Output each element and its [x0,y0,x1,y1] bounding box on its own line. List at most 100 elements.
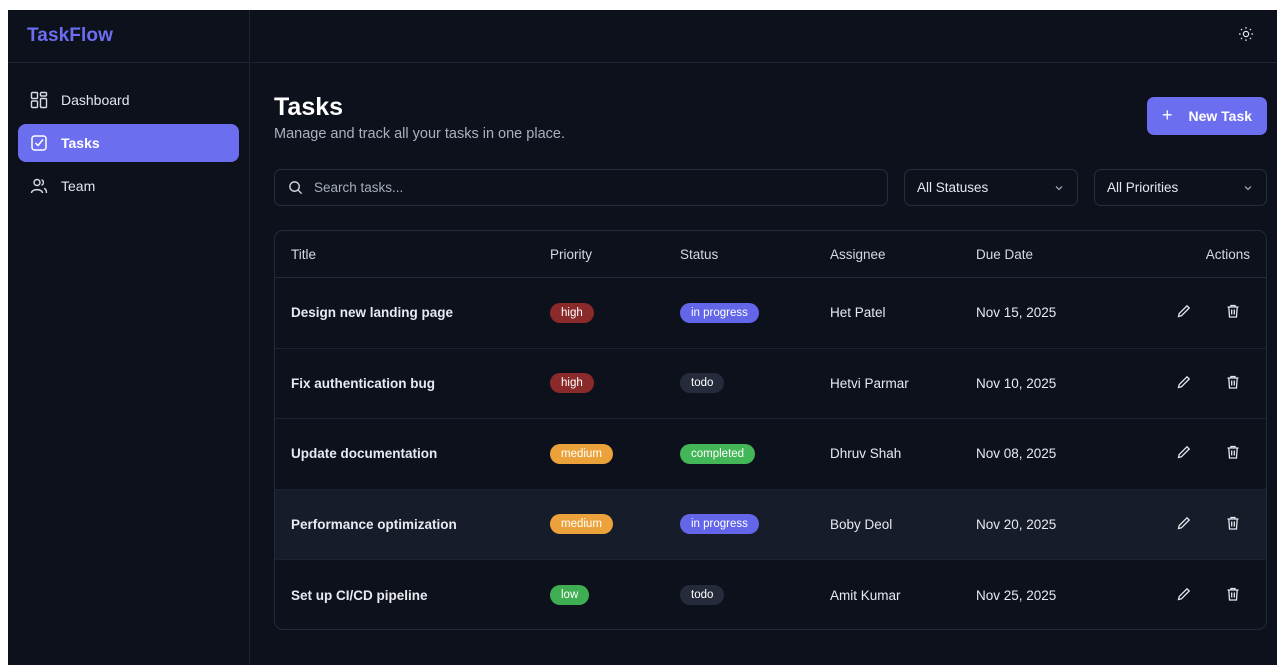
table-row[interactable]: Fix authentication bug high todo Hetvi P… [275,349,1266,419]
sidebar-item-dashboard[interactable]: Dashboard [18,81,239,119]
edit-button[interactable] [1175,445,1193,463]
row-actions [1175,304,1242,322]
edit-button[interactable] [1175,374,1193,392]
priority-badge-cell: high [550,302,594,323]
edit-button[interactable] [1175,304,1193,322]
task-title: Set up CI/CD pipeline [291,587,428,603]
status-badge-cell: completed [680,443,756,464]
sidebar-item-team[interactable]: Team [18,167,239,205]
status-badge-cell: in progress [680,514,759,535]
status-badge-cell: in progress [680,302,759,323]
row-actions [1175,374,1242,392]
pencil-icon [1176,586,1192,605]
chevron-down-icon [1053,182,1065,194]
status-badge: completed [680,443,756,464]
chevron-down-icon [1242,182,1254,194]
pencil-icon [1176,374,1192,393]
priority-filter-value: All Priorities [1107,180,1179,195]
users-icon [30,177,48,195]
status-filter-value: All Statuses [917,180,989,195]
task-title: Performance optimization [291,516,457,532]
task-due-date: Nov 20, 2025 [976,516,1057,532]
priority-badge-cell: low [550,585,590,606]
priority-badge: medium [550,443,613,464]
priority-badge: medium [550,514,613,535]
task-assignee: Dhruv Shah [830,446,902,462]
priority-filter-select[interactable]: All Priorities [1094,169,1267,206]
priority-badge-cell: medium [550,514,613,535]
search-input[interactable] [314,180,874,195]
task-due-date: Nov 10, 2025 [976,375,1057,391]
table-row[interactable]: Update documentation medium completed Dh… [275,419,1266,490]
new-task-button[interactable]: + New Task [1147,97,1267,135]
search-box[interactable] [274,169,888,206]
sidebar-item-label: Dashboard [61,92,130,108]
trash-icon [1225,374,1241,393]
topbar [251,10,1277,63]
header-status[interactable]: Status [680,247,718,262]
status-badge-cell: todo [680,373,725,394]
pencil-icon [1176,303,1192,322]
priority-badge-cell: high [550,373,594,394]
table-row[interactable]: Performance optimization medium in progr… [275,489,1266,560]
row-actions [1175,445,1242,463]
page-title: Tasks [274,93,344,121]
status-badge: todo [680,373,725,394]
task-due-date: Nov 25, 2025 [976,587,1057,603]
delete-button[interactable] [1224,586,1242,604]
status-badge: in progress [680,302,759,323]
sidebar-item-tasks[interactable]: Tasks [18,124,239,162]
tasks-table: Title Priority Status Assignee Due Date … [274,230,1267,630]
task-assignee: Het Patel [830,305,886,321]
delete-button[interactable] [1224,304,1242,322]
sun-icon [1238,26,1254,47]
delete-button[interactable] [1224,374,1242,392]
task-assignee: Boby Deol [830,516,893,532]
table-header: Title Priority Status Assignee Due Date … [275,231,1266,278]
row-actions [1175,515,1242,533]
sidebar: TaskFlow Dashboard Tasks Team [8,10,250,665]
header-title[interactable]: Title [291,247,316,262]
priority-badge: low [550,585,590,606]
delete-button[interactable] [1224,515,1242,533]
task-title: Fix authentication bug [291,375,435,391]
edit-button[interactable] [1175,586,1193,604]
header-due-date[interactable]: Due Date [976,247,1033,262]
new-task-label: New Task [1188,108,1253,124]
trash-icon [1225,303,1241,322]
task-due-date: Nov 08, 2025 [976,446,1057,462]
trash-icon [1225,444,1241,463]
edit-button[interactable] [1175,515,1193,533]
task-title: Update documentation [291,446,438,462]
checkbox-icon [30,134,48,152]
sidebar-item-label: Team [61,178,96,194]
header-assignee[interactable]: Assignee [830,247,886,262]
brand-logo-text: TaskFlow [27,25,113,46]
priority-badge-cell: medium [550,443,613,464]
pencil-icon [1176,444,1192,463]
delete-button[interactable] [1224,445,1242,463]
header-actions: Actions [1205,246,1250,262]
app-window: TaskFlow Dashboard Tasks Team Tasks Mana… [8,10,1277,665]
task-title: Design new landing page [291,305,454,321]
status-filter-select[interactable]: All Statuses [904,169,1078,206]
task-due-date: Nov 15, 2025 [976,305,1057,321]
priority-badge: high [550,302,594,323]
sidebar-item-label: Tasks [61,135,100,151]
theme-toggle-button[interactable] [1235,25,1257,47]
trash-icon [1225,586,1241,605]
header-priority[interactable]: Priority [550,247,592,262]
status-badge: todo [680,585,725,606]
brand[interactable]: TaskFlow [8,10,249,63]
task-assignee: Amit Kumar [830,587,901,603]
dashboard-grid-icon [30,91,48,109]
priority-badge: high [550,373,594,394]
table-row[interactable]: Set up CI/CD pipeline low todo Amit Kuma… [275,560,1266,629]
status-badge: in progress [680,514,759,535]
pencil-icon [1176,515,1192,534]
task-assignee: Hetvi Parmar [830,375,909,391]
table-row[interactable]: Design new landing page high in progress… [275,278,1266,349]
page-subtitle: Manage and track all your tasks in one p… [274,126,565,142]
plus-icon: + [1161,104,1173,125]
status-badge-cell: todo [680,585,725,606]
